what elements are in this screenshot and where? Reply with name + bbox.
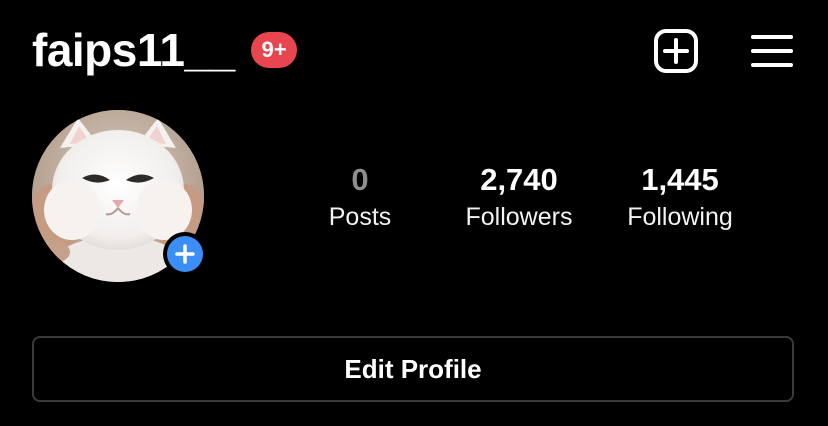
plus-icon [175, 244, 195, 264]
profile-username[interactable]: faips11__ [32, 22, 235, 78]
followers-label: Followers [465, 203, 573, 231]
add-story-badge [167, 236, 203, 272]
new-post-button[interactable] [652, 27, 700, 75]
stat-posts[interactable]: 0 Posts [275, 160, 445, 234]
avatar-container[interactable] [32, 110, 207, 282]
followers-count: 2,740 [480, 162, 558, 197]
edit-profile-button[interactable]: Edit Profile [32, 336, 794, 402]
following-label: Following [627, 203, 733, 231]
stat-following[interactable]: 1,445 Following [595, 160, 765, 234]
hamburger-menu-icon [751, 35, 793, 67]
stat-followers[interactable]: 2,740 Followers [434, 160, 604, 234]
profile-screen: faips11__ 9+ 0 Posts 2,740 Followers 1,4… [0, 0, 828, 426]
following-count: 1,445 [641, 162, 719, 197]
posts-count: 0 [351, 162, 369, 197]
plus-square-icon [654, 29, 698, 73]
add-story-button[interactable] [163, 232, 207, 276]
posts-label: Posts [328, 203, 392, 231]
notification-badge[interactable]: 9+ [251, 32, 297, 68]
menu-button[interactable] [748, 27, 796, 75]
